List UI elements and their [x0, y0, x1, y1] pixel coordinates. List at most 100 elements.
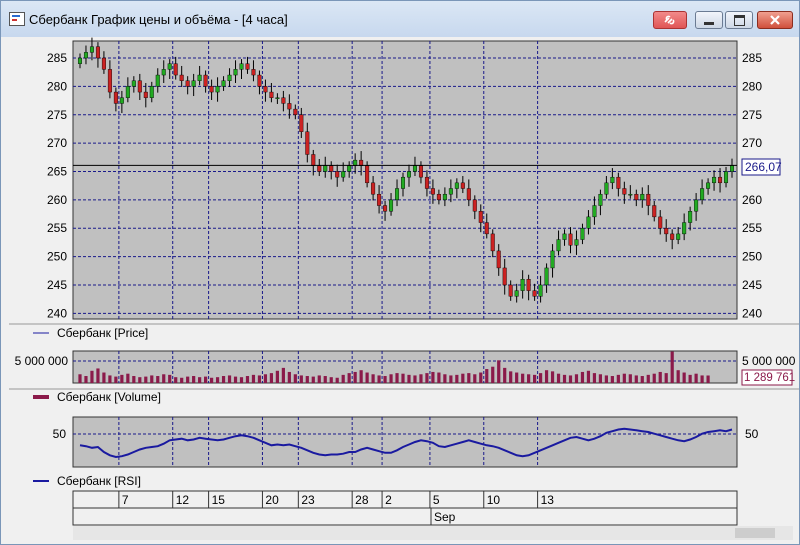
- candle: [574, 239, 579, 246]
- candle: [209, 86, 214, 93]
- volume-bar: [371, 374, 375, 383]
- candle: [239, 63, 244, 70]
- volume-panel[interactable]: 5 000 000 5 000 000 1 289 761: [15, 350, 796, 386]
- candle: [598, 193, 603, 206]
- scrollbar-thumb[interactable]: [735, 528, 775, 538]
- price-tick-left: 265: [47, 164, 67, 178]
- time-axis[interactable]: 7 12 15 20 23 28 2 5 10 13 Sep: [72, 490, 738, 526]
- volume-tick-right: 5 000 000: [742, 354, 796, 368]
- volume-bar: [347, 373, 351, 383]
- price-tick-right: 250: [742, 250, 762, 264]
- candle: [610, 176, 615, 184]
- day-label: 10: [487, 493, 501, 507]
- volume-bar: [491, 366, 495, 383]
- link-button[interactable]: [653, 11, 687, 29]
- volume-bar: [180, 377, 184, 383]
- month-label: Sep: [434, 510, 456, 524]
- rsi-panel[interactable]: 50 50: [53, 416, 759, 468]
- candle: [371, 182, 376, 195]
- volume-bar: [568, 375, 573, 383]
- volume-bar: [407, 374, 411, 383]
- volume-bar: [108, 375, 112, 383]
- volume-bar: [90, 370, 94, 383]
- candle: [167, 63, 172, 70]
- candle: [544, 267, 549, 286]
- volume-bar: [395, 373, 399, 383]
- candle: [682, 222, 687, 235]
- volume-bar: [503, 367, 507, 383]
- candle: [101, 57, 106, 70]
- candle: [406, 171, 411, 178]
- volume-bar: [556, 373, 561, 383]
- volume-bar: [186, 376, 190, 383]
- volume-bar: [174, 377, 178, 383]
- volume-bar: [120, 374, 124, 383]
- candle: [730, 165, 735, 172]
- candle: [173, 63, 178, 76]
- candle: [550, 250, 555, 269]
- rsi-legend: Сбербанк [RSI]: [57, 474, 141, 488]
- candle: [670, 233, 675, 240]
- volume-bar: [401, 373, 405, 383]
- volume-bar: [538, 373, 543, 383]
- volume-bar: [335, 377, 339, 383]
- volume-bar: [467, 373, 471, 383]
- candle: [622, 188, 627, 195]
- price-panel[interactable]: 285 280 275 270 265 260 255 250 245 240 285 280 275…: [47, 37, 782, 321]
- volume-bar: [616, 374, 620, 383]
- volume-bar: [233, 376, 238, 383]
- volume-bar: [275, 370, 279, 383]
- candle: [293, 108, 298, 115]
- volume-bar: [694, 373, 698, 383]
- candle: [119, 97, 124, 104]
- volume-bar: [144, 376, 148, 383]
- volume-bar: [485, 369, 489, 383]
- candle: [365, 165, 370, 184]
- volume-bar: [640, 376, 644, 383]
- volume-bar: [299, 375, 303, 383]
- candle: [203, 74, 208, 87]
- price-tick-left: 270: [47, 136, 67, 150]
- candle: [706, 182, 711, 189]
- volume-bar: [329, 377, 333, 383]
- candle: [466, 188, 471, 201]
- candle: [113, 91, 118, 104]
- candle: [700, 188, 705, 201]
- price-tick-left: 245: [47, 278, 67, 292]
- candle: [137, 80, 142, 93]
- volume-bar: [437, 372, 441, 383]
- candle: [688, 211, 693, 223]
- volume-bar: [628, 374, 632, 383]
- candle: [257, 74, 262, 87]
- candle: [604, 182, 609, 195]
- volume-bar: [353, 371, 357, 383]
- price-tick-right: 275: [742, 108, 762, 122]
- volume-bar: [209, 377, 214, 383]
- candle: [652, 205, 657, 218]
- volume-bar: [419, 374, 423, 383]
- volume-bar: [257, 375, 262, 383]
- candle: [281, 97, 286, 104]
- candle: [718, 176, 723, 184]
- volume-bar: [586, 370, 591, 383]
- candle: [676, 233, 681, 240]
- close-button[interactable]: [757, 11, 793, 29]
- maximize-button[interactable]: [725, 11, 753, 29]
- price-tick-left: 240: [47, 306, 67, 320]
- price-tick-left: 255: [47, 221, 67, 235]
- candle: [131, 80, 136, 87]
- minimize-button[interactable]: [695, 11, 723, 29]
- candle: [538, 284, 543, 297]
- candle: [305, 131, 310, 155]
- volume-bar: [676, 370, 680, 383]
- horizontal-scrollbar[interactable]: [73, 526, 793, 540]
- day-label: 12: [176, 493, 190, 507]
- title-bar[interactable]: Сбербанк График цены и объёма - [4 часа]: [1, 1, 799, 37]
- candle: [526, 279, 531, 291]
- volume-bar: [658, 371, 662, 383]
- chart-window: Сбербанк График цены и объёма - [4 часа]…: [0, 0, 800, 545]
- candle: [640, 193, 645, 201]
- candle: [197, 74, 202, 81]
- volume-bar: [449, 375, 453, 383]
- chart-area[interactable]: 285280275270265260255250245240 285280275…: [9, 37, 799, 542]
